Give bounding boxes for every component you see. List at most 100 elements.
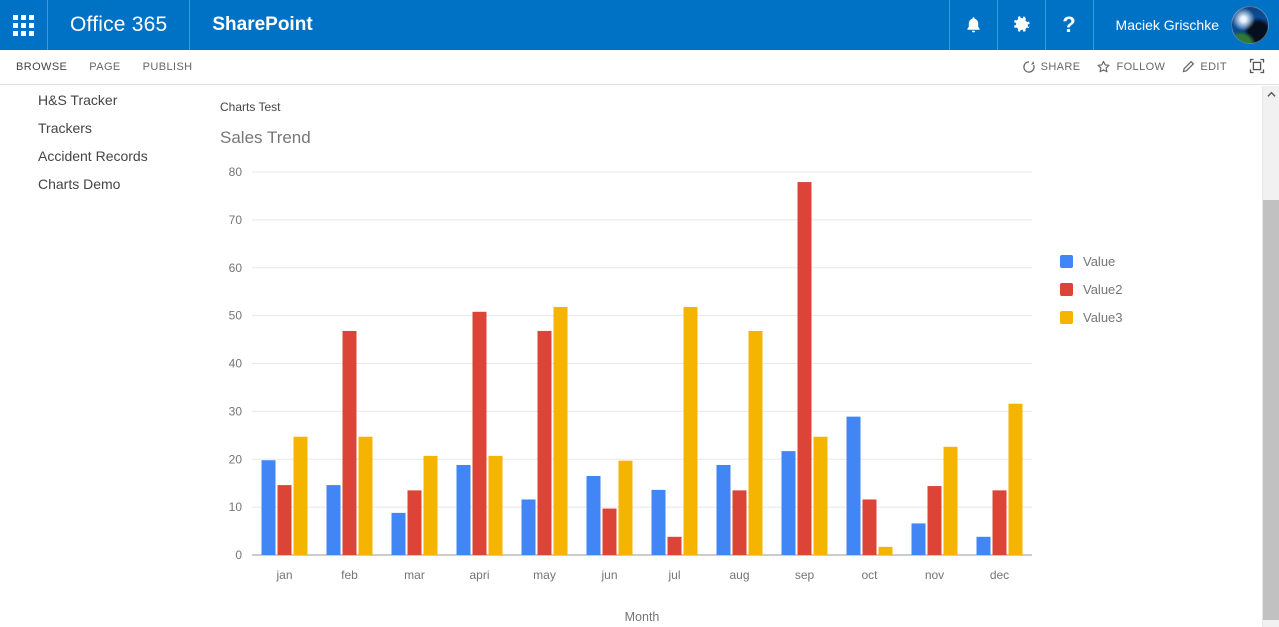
bar[interactable] xyxy=(293,436,308,555)
bar[interactable] xyxy=(326,485,341,555)
bar[interactable] xyxy=(456,464,471,555)
star-icon xyxy=(1096,60,1111,74)
y-axis-tick-label: 40 xyxy=(229,357,243,371)
bar[interactable] xyxy=(553,307,568,555)
bar[interactable] xyxy=(602,508,617,555)
y-axis-tick-label: 80 xyxy=(229,165,243,179)
bar[interactable] xyxy=(586,476,601,555)
chart-canvas: 0 10 20 30 40 50 60 70 80 jan feb mar apri may jun jul a… xyxy=(229,165,1032,624)
y-axis-tick-label: 50 xyxy=(229,309,243,323)
x-axis-tick-label: jan xyxy=(275,568,292,582)
sidebar-item-hs-tracker[interactable]: H&S Tracker xyxy=(0,86,200,114)
legend-swatch-value3 xyxy=(1060,311,1073,324)
bar[interactable] xyxy=(277,485,292,555)
share-icon xyxy=(1022,60,1036,74)
bar[interactable] xyxy=(358,436,373,555)
x-axis-tick-label: nov xyxy=(925,568,944,582)
sharepoint-app-link[interactable]: SharePoint xyxy=(190,0,334,50)
focus-on-content-icon[interactable] xyxy=(1243,58,1265,77)
bell-icon[interactable] xyxy=(948,0,997,50)
question-mark-icon[interactable]: ? xyxy=(1044,0,1093,50)
bar[interactable] xyxy=(342,330,357,555)
share-button[interactable]: SHARE xyxy=(1022,60,1081,74)
y-axis-tick-label: 60 xyxy=(229,261,243,275)
office-365-brand[interactable]: Office 365 xyxy=(48,0,191,50)
pencil-icon xyxy=(1181,60,1195,74)
y-axis-tick-label: 20 xyxy=(229,452,243,466)
x-axis-tick-label: jul xyxy=(667,568,680,582)
bar[interactable] xyxy=(797,182,812,555)
bar[interactable] xyxy=(1008,403,1023,555)
follow-button[interactable]: FOLLOW xyxy=(1096,60,1165,74)
app-launcher-icon[interactable] xyxy=(0,0,48,50)
edit-button[interactable]: EDIT xyxy=(1181,60,1227,74)
bar[interactable] xyxy=(911,523,926,555)
gear-icon[interactable] xyxy=(996,0,1045,50)
bar[interactable] xyxy=(878,546,893,555)
edit-label: EDIT xyxy=(1200,61,1227,73)
chevron-up-icon[interactable] xyxy=(1263,86,1279,103)
vertical-scrollbar[interactable] xyxy=(1262,86,1279,627)
bar[interactable] xyxy=(992,490,1007,555)
user-name: Maciek Grischke xyxy=(1115,17,1219,33)
bar[interactable] xyxy=(407,490,422,555)
waffle-grid xyxy=(13,14,34,36)
sidebar-item-charts-demo[interactable]: Charts Demo xyxy=(0,170,200,198)
bar[interactable] xyxy=(667,536,682,555)
bar[interactable] xyxy=(862,499,877,555)
x-axis-tick-label: mar xyxy=(404,568,425,582)
bar[interactable] xyxy=(976,536,991,555)
ribbon-actions: SHARE FOLLOW EDIT xyxy=(1022,58,1279,77)
legend-swatch-value xyxy=(1060,255,1073,268)
y-axis-tick-label: 0 xyxy=(235,548,242,562)
bar[interactable] xyxy=(537,330,552,555)
x-axis-tick-label: apri xyxy=(469,568,489,582)
bar[interactable] xyxy=(813,436,828,555)
legend-label-value2: Value2 xyxy=(1083,282,1123,297)
x-axis-tick-label: sep xyxy=(795,568,815,582)
legend-item-value[interactable]: Value xyxy=(1060,254,1123,269)
page-body: H&S Tracker Trackers Accident Records Ch… xyxy=(0,86,1262,627)
y-axis-tick-label: 70 xyxy=(229,213,243,227)
bar[interactable] xyxy=(943,446,958,555)
main-content: Charts Test Sales Trend 0 10 20 30 40 50 60 70 8… xyxy=(200,86,1262,627)
bar[interactable] xyxy=(261,460,276,555)
x-axis-tick-label: jun xyxy=(600,568,617,582)
bar[interactable] xyxy=(846,416,861,555)
bar[interactable] xyxy=(781,451,796,555)
ribbon-tabs: BROWSE PAGE PUBLISH xyxy=(0,61,193,73)
ribbon-tab-browse[interactable]: BROWSE xyxy=(16,61,67,73)
bar[interactable] xyxy=(651,489,666,555)
bar[interactable] xyxy=(521,499,536,555)
bar[interactable] xyxy=(683,307,698,555)
legend-swatch-value2 xyxy=(1060,283,1073,296)
user-menu[interactable]: Maciek Grischke xyxy=(1092,0,1279,50)
suite-bar-spacer xyxy=(335,0,949,50)
x-axis-tick-label: may xyxy=(533,568,556,582)
scrollbar-thumb[interactable] xyxy=(1263,200,1279,620)
page-title: Sales Trend xyxy=(220,128,311,147)
y-axis-tick-label: 10 xyxy=(229,500,243,514)
legend-label-value3: Value3 xyxy=(1083,310,1123,325)
bar[interactable] xyxy=(716,464,731,555)
legend-label-value: Value xyxy=(1083,254,1116,269)
bar[interactable] xyxy=(927,486,942,555)
bar[interactable] xyxy=(423,455,438,555)
legend-item-value3[interactable]: Value3 xyxy=(1060,310,1123,325)
bar[interactable] xyxy=(488,455,503,555)
legend-item-value2[interactable]: Value2 xyxy=(1060,282,1123,297)
bar[interactable] xyxy=(618,460,633,555)
bar[interactable] xyxy=(732,490,747,555)
bar[interactable] xyxy=(391,512,406,555)
ribbon-bar: BROWSE PAGE PUBLISH SHARE FOLLOW EDIT xyxy=(0,50,1279,85)
x-axis-tick-label: feb xyxy=(341,568,358,582)
bar[interactable] xyxy=(472,311,487,555)
sidebar-item-trackers[interactable]: Trackers xyxy=(0,114,200,142)
avatar[interactable] xyxy=(1231,6,1269,44)
bar[interactable] xyxy=(748,330,763,555)
left-navigation: H&S Tracker Trackers Accident Records Ch… xyxy=(0,86,200,627)
ribbon-tab-publish[interactable]: PUBLISH xyxy=(143,61,193,73)
follow-label: FOLLOW xyxy=(1116,61,1166,73)
ribbon-tab-page[interactable]: PAGE xyxy=(89,61,120,73)
sidebar-item-accident-records[interactable]: Accident Records xyxy=(0,142,200,170)
